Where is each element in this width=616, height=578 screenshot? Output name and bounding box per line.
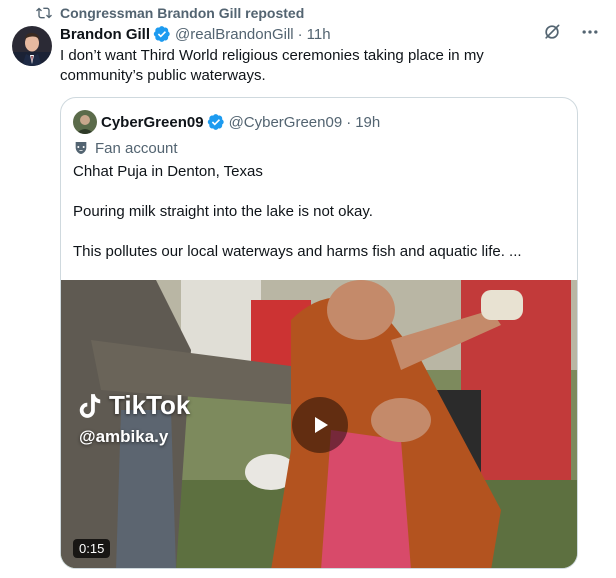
theater-mask-icon	[75, 142, 87, 154]
tiktok-username: @ambika.y	[79, 427, 169, 446]
separator-dot: ·	[297, 25, 303, 43]
verified-badge-icon	[153, 26, 170, 42]
tiktok-logo-icon	[79, 393, 101, 418]
quoted-author-name[interactable]: CyberGreen09	[101, 114, 204, 131]
fan-account-text: Fan account	[95, 139, 178, 157]
quoted-tweet[interactable]: CyberGreen09 @CyberGreen09 · 19h Fan acc…	[60, 97, 578, 569]
author-avatar[interactable]	[12, 26, 52, 66]
tiktok-label: TikTok	[109, 390, 191, 420]
quoted-text-line-3: This pollutes our local waterways and ha…	[73, 243, 522, 260]
quoted-text-line-2: Pouring milk straight into the lake is n…	[73, 203, 373, 220]
tweet-header: Brandon Gill @realBrandonGill · 11h	[60, 24, 600, 44]
play-icon	[315, 417, 328, 433]
author-name[interactable]: Brandon Gill	[60, 26, 150, 43]
tiktok-watermark: TikTok @ambika.y	[77, 390, 190, 447]
quoted-tweet-timestamp[interactable]: 19h	[355, 114, 380, 131]
separator-dot: ·	[346, 113, 352, 131]
repost-text: Congressman Brandon Gill reposted	[60, 5, 305, 21]
quoted-author-handle[interactable]: @CyberGreen09	[229, 114, 343, 131]
quoted-tweet-header: CyberGreen09 @CyberGreen09 · 19h	[73, 110, 380, 134]
verified-badge-icon	[207, 114, 224, 130]
video-player[interactable]: TikTok @ambika.y 0:15	[61, 280, 577, 568]
tweet-text: I don’t want Third World religious cerem…	[60, 47, 484, 84]
fan-account-label: Fan account	[73, 138, 178, 158]
play-button[interactable]	[292, 397, 348, 453]
repost-icon	[36, 7, 52, 19]
repost-indicator[interactable]: Congressman Brandon Gill reposted	[36, 4, 304, 22]
more-options-icon[interactable]	[580, 22, 600, 42]
grok-icon[interactable]	[542, 22, 562, 42]
quoted-text-line-1: Chhat Puja in Denton, Texas	[73, 163, 263, 180]
tweet-timestamp[interactable]: 11h	[307, 26, 331, 43]
video-duration: 0:15	[73, 539, 111, 558]
author-handle[interactable]: @realBrandonGill	[175, 26, 294, 43]
quoted-author-avatar[interactable]	[73, 110, 97, 134]
